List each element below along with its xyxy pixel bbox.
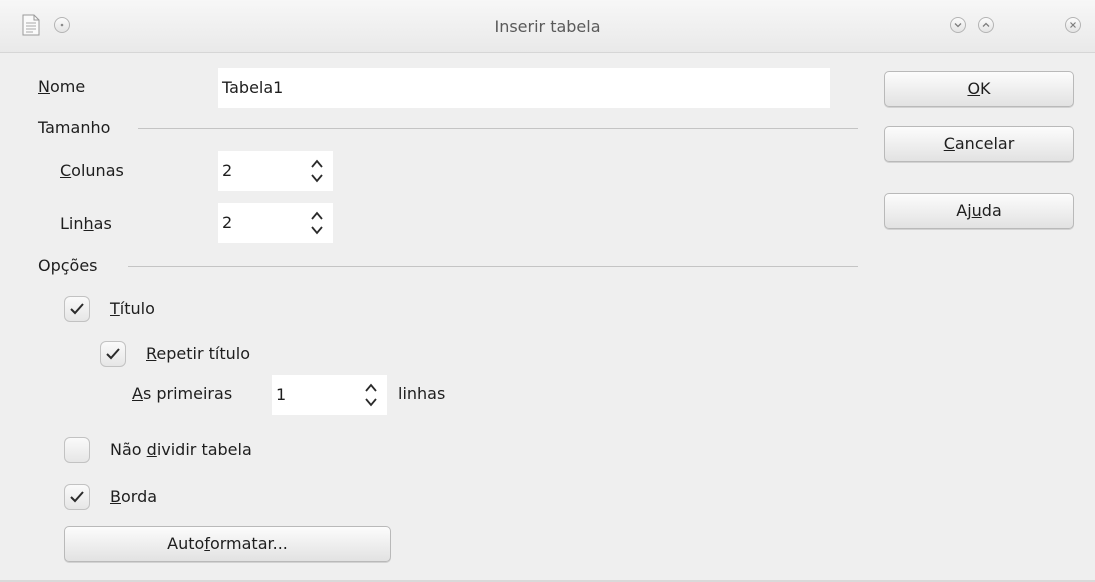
checkmark-icon: [70, 303, 84, 315]
repeat-heading-label[interactable]: Repetir título: [146, 344, 250, 363]
ok-button[interactable]: OK: [884, 71, 1074, 107]
options-section-divider: [128, 266, 858, 267]
help-button[interactable]: Ajuda: [884, 193, 1074, 229]
size-section-divider: [138, 128, 858, 129]
cancel-button[interactable]: Cancelar: [884, 126, 1074, 162]
rows-spinbox[interactable]: 2: [218, 203, 333, 243]
columns-spinbox[interactable]: 2: [218, 151, 333, 191]
checkmark-icon: [70, 491, 84, 503]
checkmark-icon: [106, 348, 120, 360]
name-input[interactable]: Tabela1: [218, 68, 830, 108]
name-input-value: Tabela1: [222, 78, 284, 97]
heading-label[interactable]: Título: [110, 299, 155, 318]
first-rows-spinbox[interactable]: 1: [272, 375, 387, 415]
first-rows-value: 1: [276, 385, 287, 404]
close-icon[interactable]: [1065, 17, 1081, 33]
columns-value: 2: [222, 161, 233, 180]
options-section-title: Opções: [38, 256, 98, 275]
autoformat-button[interactable]: Autoformatar...: [64, 526, 391, 562]
heading-checkbox[interactable]: [64, 296, 90, 322]
first-rows-spin-arrows-icon[interactable]: [364, 381, 378, 409]
rows-value: 2: [222, 213, 233, 232]
title-bar[interactable]: Inserir tabela: [0, 0, 1095, 53]
first-rows-suffix: linhas: [398, 384, 446, 403]
maximize-icon[interactable]: [978, 17, 994, 33]
border-checkbox[interactable]: [64, 484, 90, 510]
columns-spin-arrows-icon[interactable]: [310, 157, 324, 185]
window-title: Inserir tabela: [494, 17, 601, 36]
first-rows-label: As primeiras: [132, 384, 233, 403]
rows-label: Linhas: [60, 214, 112, 233]
dont-split-label[interactable]: Não dividir tabela: [110, 440, 252, 459]
name-label: Nome: [38, 77, 86, 96]
minimize-icon[interactable]: [950, 17, 966, 33]
border-label[interactable]: Borda: [110, 487, 157, 506]
rows-spin-arrows-icon[interactable]: [310, 209, 324, 237]
columns-label: Colunas: [60, 161, 124, 180]
size-section-title: Tamanho: [38, 118, 111, 137]
repeat-heading-checkbox[interactable]: [100, 341, 126, 367]
dont-split-checkbox[interactable]: [64, 437, 90, 463]
